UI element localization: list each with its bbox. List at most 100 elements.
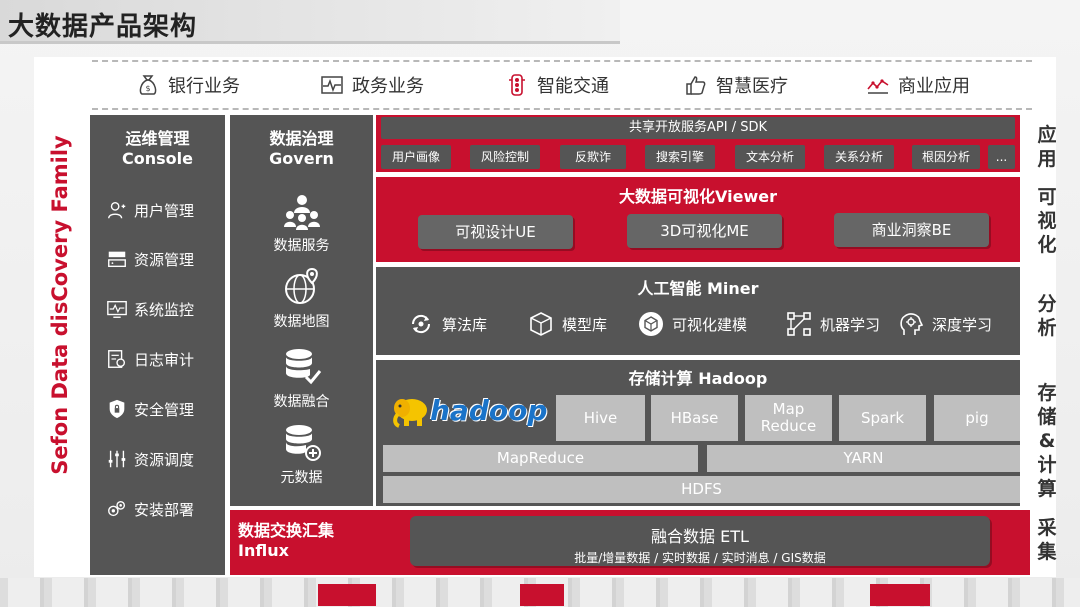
hadoop-component[interactable]: pig <box>934 395 1020 441</box>
app-chip[interactable]: 关系分析 <box>824 145 894 169</box>
ops-item-log-audit[interactable]: 日志审计 <box>106 346 194 372</box>
miner-item-label: 机器学习 <box>820 315 881 334</box>
miner-item-visual-modeling[interactable]: 可视化建模 <box>638 310 747 338</box>
svg-text:$: $ <box>145 84 150 93</box>
govern-title-cn: 数据治理 <box>269 129 334 148</box>
hadoop-logo-text: hadoop <box>430 394 548 427</box>
traffic-light-icon <box>509 74 525 96</box>
side-label-storage: 存储&计算 <box>1037 382 1057 500</box>
divider-top <box>92 60 1032 62</box>
app-chip[interactable]: 反欺诈 <box>560 145 626 169</box>
govern-item-data-fusion[interactable]: 数据融合 <box>230 347 373 411</box>
yarn-layer[interactable]: YARN <box>707 445 1020 472</box>
govern-item-metadata[interactable]: 元数据 <box>230 423 373 487</box>
ops-column: 运维管理 Console 用户管理 资源管理 系统监控 日志审计 安全管理 资源… <box>90 115 225 575</box>
miner-item-label: 模型库 <box>562 315 608 334</box>
ops-item-resource[interactable]: 资源管理 <box>106 246 194 272</box>
miner-item-deep-learning[interactable]: 深度学习 <box>898 310 992 338</box>
line-chart-icon <box>867 79 889 94</box>
bank-bag-icon: $ <box>139 75 157 95</box>
database-add-icon <box>285 425 321 461</box>
shield-lock-icon <box>109 399 125 419</box>
miner-item-model[interactable]: 模型库 <box>528 310 607 338</box>
govern-item-label: 数据服务 <box>273 238 330 254</box>
server-icon <box>108 251 126 268</box>
influx-title-en: Influx <box>238 541 289 560</box>
hadoop-logo: hadoop <box>388 392 550 434</box>
ops-item-user[interactable]: 用户管理 <box>106 197 194 223</box>
app-chip[interactable]: 用户画像 <box>381 145 451 169</box>
viewer-item[interactable]: 3D可视化ME <box>627 214 782 248</box>
govern-item-data-service[interactable]: 数据服务 <box>230 191 373 255</box>
hadoop-component[interactable]: Map Reduce <box>745 395 832 441</box>
ops-item-label: 日志审计 <box>134 350 195 369</box>
etl-title: 融合数据 ETL <box>651 527 749 546</box>
box-circle-icon <box>639 312 663 336</box>
industry-traffic: 智能交通 <box>505 70 609 100</box>
app-chip[interactable]: 文本分析 <box>735 145 805 169</box>
monitor-icon <box>107 300 127 318</box>
ops-item-scheduling[interactable]: 资源调度 <box>106 446 194 472</box>
miner-item-label: 算法库 <box>442 315 488 334</box>
industry-healthcare: 智慧医疗 <box>684 70 788 100</box>
gears-icon <box>108 500 126 517</box>
industry-label: 银行业务 <box>168 76 240 97</box>
govern-title-en: Govern <box>269 149 334 168</box>
ops-item-label: 安全管理 <box>134 400 195 419</box>
viewer-item[interactable]: 商业洞察BE <box>834 213 989 247</box>
thumbs-up-icon <box>686 76 706 95</box>
ops-item-label: 资源调度 <box>134 450 195 469</box>
industry-label: 政务业务 <box>352 76 424 97</box>
family-title: Sefon Data disCovery Family <box>48 135 72 475</box>
miner-item-label: 可视化建模 <box>672 315 748 334</box>
industry-government: 政务业务 <box>320 70 424 100</box>
ops-title-en: Console <box>122 149 193 168</box>
network-nodes-icon <box>787 312 811 336</box>
etl-box[interactable]: 融合数据 ETL 批量/增量数据 / 实时数据 / 实时消息 / GIS数据 <box>410 516 990 566</box>
hadoop-component[interactable]: HBase <box>651 395 738 441</box>
govern-item-data-map[interactable]: 数据地图 <box>230 267 373 331</box>
side-label-app: 应用 <box>1037 124 1057 170</box>
side-label-analysis: 分析 <box>1037 293 1057 339</box>
bottom-decoration <box>0 578 1080 607</box>
page-title: 大数据产品架构 <box>8 12 198 42</box>
ops-item-security[interactable]: 安全管理 <box>106 396 194 422</box>
industry-label: 商业应用 <box>898 76 970 97</box>
divider-bottom <box>92 108 1032 110</box>
hdfs-layer[interactable]: HDFS <box>383 476 1020 503</box>
brain-head-icon <box>900 313 924 335</box>
user-icon <box>108 201 126 219</box>
mapreduce-layer[interactable]: MapReduce <box>383 445 698 472</box>
globe-pin-icon <box>284 267 318 304</box>
govern-item-label: 元数据 <box>280 470 323 486</box>
hadoop-title: 存储计算 Hadoop <box>628 369 768 388</box>
govern-item-label: 数据地图 <box>273 314 330 330</box>
ops-title-cn: 运维管理 <box>125 129 190 148</box>
influx-title: 数据交换汇集 Influx <box>238 521 334 561</box>
govern-column: 数据治理 Govern 数据服务 数据地图 数据融合 元数据 <box>230 115 373 506</box>
cube-model-icon <box>530 312 552 336</box>
miner-item-machine-learning[interactable]: 机器学习 <box>786 310 880 338</box>
pulse-icon <box>321 76 343 94</box>
side-label-collect: 采集 <box>1037 517 1057 563</box>
app-chip[interactable]: 搜索引擎 <box>645 145 715 169</box>
influx-title-cn: 数据交换汇集 <box>238 521 335 540</box>
ops-item-monitor[interactable]: 系统监控 <box>106 296 194 322</box>
viewer-item[interactable]: 可视设计UE <box>418 215 573 249</box>
industry-label: 智慧医疗 <box>716 76 788 97</box>
industry-business: 商业应用 <box>866 70 970 100</box>
hadoop-component[interactable]: Hive <box>556 395 645 441</box>
app-chip-more[interactable]: ... <box>988 145 1015 169</box>
app-chip[interactable]: 根因分析 <box>912 145 980 169</box>
app-chip[interactable]: 风险控制 <box>470 145 540 169</box>
ops-item-deploy[interactable]: 安装部署 <box>106 496 194 522</box>
govern-item-label: 数据融合 <box>273 394 330 410</box>
api-sdk-bar[interactable]: 共享开放服务API / SDK <box>381 117 1015 139</box>
hadoop-component[interactable]: Spark <box>839 395 926 441</box>
refresh-cycle-icon <box>411 314 431 334</box>
viewer-title: 大数据可视化Viewer <box>619 187 777 206</box>
ops-item-label: 资源管理 <box>134 250 195 269</box>
industry-banking: $ 银行业务 <box>136 70 240 100</box>
sliders-icon <box>108 450 126 468</box>
miner-item-algorithm[interactable]: 算法库 <box>408 310 487 338</box>
